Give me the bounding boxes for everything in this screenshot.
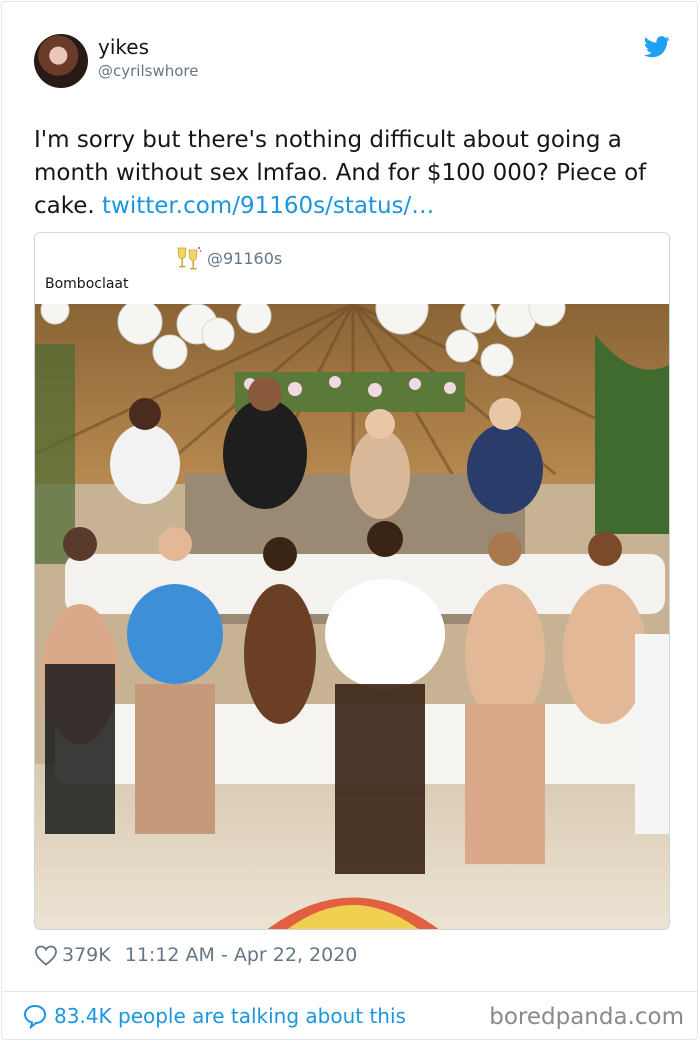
- speech-bubble-icon: [23, 1004, 47, 1029]
- user-handle[interactable]: @cyrilswhore: [98, 62, 198, 80]
- tweet-card: yikes @cyrilswhore I'm sorry but there's…: [1, 1, 698, 1040]
- divider: [1, 991, 698, 992]
- conversation-link[interactable]: 83.4K people are talking about this: [22, 1002, 406, 1030]
- avatar[interactable]: [34, 34, 88, 88]
- watermark: boredpanda.com: [489, 1004, 684, 1030]
- talking-count: 83.4K people are talking about this: [54, 1004, 406, 1028]
- twitter-bird-icon[interactable]: [644, 36, 670, 58]
- like-count: 379K: [62, 944, 111, 966]
- quoted-handle[interactable]: @91160s: [207, 249, 282, 268]
- tweet-timestamp[interactable]: 11:12 AM - Apr 22, 2020: [125, 944, 358, 966]
- heart-icon[interactable]: [34, 944, 58, 966]
- tweet-link[interactable]: twitter.com/91160s/status/…: [102, 193, 434, 219]
- tweet-meta: 379K 11:12 AM - Apr 22, 2020: [34, 942, 357, 968]
- clinking-glasses-icon: [177, 247, 202, 270]
- quoted-name[interactable]: Bomboclaat: [45, 276, 129, 292]
- quoted-tweet[interactable]: @91160s Bomboclaat: [34, 232, 670, 930]
- quoted-photo[interactable]: [35, 304, 670, 930]
- tweet-text: I'm sorry but there's nothing difficult …: [34, 124, 674, 223]
- display-name[interactable]: yikes: [98, 35, 149, 59]
